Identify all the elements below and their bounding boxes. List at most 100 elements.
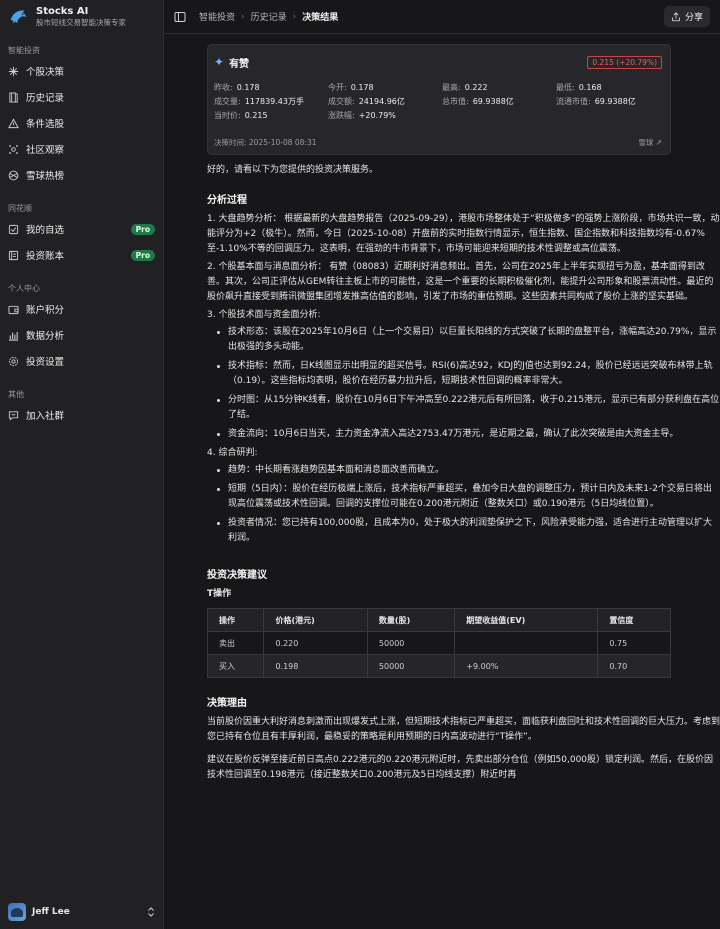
list-item: 投资者情况：您已持有100,000股，且成本为0，处于极大的利润垫保护之下，风险… xyxy=(207,516,720,546)
nav-watchlist[interactable]: 我的自选 Pro xyxy=(0,216,163,242)
analysis-item-market: 1. 大盘趋势分析： 根据最新的大盘趋势报告（2025-09-29），港股市场整… xyxy=(207,214,720,254)
community-icon xyxy=(9,144,18,154)
nav-label: 我的自选 xyxy=(26,225,65,236)
breadcrumb-smart-invest[interactable]: 智能投资 xyxy=(199,10,235,23)
analysis-item-technical: 3. 个股技术面与资金面分析: 技术形态：该股在2025年10月6日（上一个交易… xyxy=(207,308,720,442)
brand[interactable]: Stocks AI 股市短线交易智能决策专家 xyxy=(0,0,163,34)
app-root: Stocks AI 股市短线交易智能决策专家 智能投资 个股决策 历史记录 条件… xyxy=(0,0,720,929)
breadcrumb-separator: › xyxy=(241,11,245,22)
section-label-other: 其他 xyxy=(8,390,24,399)
nav-label: 投资设置 xyxy=(26,357,65,368)
section-label-personal: 个人中心 xyxy=(8,284,40,293)
avatar xyxy=(8,903,26,921)
chat-icon xyxy=(8,410,19,421)
xueqiu-link[interactable]: 雪球 ↗ xyxy=(638,137,662,148)
chevron-up-down-icon xyxy=(148,907,154,917)
nav-stock-decision[interactable]: 个股决策 xyxy=(0,58,163,84)
section-label-ths: 同花顺 xyxy=(8,204,32,213)
table-header: 期望收益值(EV) xyxy=(454,608,599,632)
stat-current-price: 当时价: 0.215 xyxy=(214,111,268,120)
t-operation-label: T操作 xyxy=(207,589,232,599)
stat-prev-close: 昨收: 0.178 xyxy=(214,83,260,92)
stat-market-cap: 总市值: 69.9388亿 xyxy=(442,97,514,106)
dolphin-logo-icon xyxy=(10,10,27,24)
reason-paragraph: 当前股价因重大利好消息刺激而出现爆发式上涨，但短期技术指标已严重超买，面临获利盘… xyxy=(207,717,720,742)
table-header: 价格(港元) xyxy=(263,608,368,632)
nav-xueqiu-hot[interactable]: 雪球热榜 xyxy=(0,162,163,188)
sparkle-icon: ✦ xyxy=(214,55,225,69)
reason-paragraph: 建议在股价反弹至接近前日高点0.222港元的0.220港元附近时，先卖出部分仓位… xyxy=(207,755,714,780)
analysis-item-fundamental: 2. 个股基本面与消息面分析： 有赞（08083）近期利好消息频出。首先，公司在… xyxy=(207,262,714,302)
stat-high: 最高: 0.222 xyxy=(442,83,488,92)
list-item: 技术指标：然而，日K线图显示出明显的超买信号。RSI(6)高达92，KDJ的J值… xyxy=(207,359,720,389)
section-label-smart-invest: 智能投资 xyxy=(8,46,40,55)
nav-label: 社区观察 xyxy=(26,145,65,156)
breadcrumb: 智能投资 › 历史记录 › 决策结果 xyxy=(199,10,339,24)
nav-ledger[interactable]: 投资账本 Pro xyxy=(0,242,163,268)
reason-heading: 决策理由 xyxy=(207,698,247,709)
stat-open: 今开: 0.178 xyxy=(328,83,374,92)
nav-account-points[interactable]: 账户积分 xyxy=(0,296,163,322)
operation-table: 操作 价格(港元) 数量(股) 期望收益值(EV) 置信度 卖出 0.220 500… xyxy=(206,608,671,678)
pro-badge: Pro xyxy=(130,223,155,235)
nav-label: 雪球热榜 xyxy=(26,171,65,182)
breadcrumb-separator: › xyxy=(292,11,297,22)
breadcrumb-history[interactable]: 历史记录 xyxy=(251,10,287,23)
table-row: 卖出 0.220 50000 0.75 xyxy=(206,631,671,655)
table-header: 数量(股) xyxy=(366,608,456,632)
nav-label: 数据分析 xyxy=(26,331,65,342)
table-header: 操作 xyxy=(206,608,265,632)
nav-data-analysis[interactable]: 数据分析 xyxy=(0,322,163,348)
analysis-list: 1. 大盘趋势分析： 根据最新的大盘趋势报告（2025-09-29），港股市场整… xyxy=(207,212,720,546)
nav-label: 账户积分 xyxy=(26,305,65,316)
stock-card: ✦ 有赞 0.215 (+20.79%) 昨收: 0.178 今开: 0.178 最… xyxy=(207,44,671,155)
share-icon xyxy=(672,11,680,21)
nav-label: 历史记录 xyxy=(26,93,65,104)
sparkle-icon xyxy=(8,66,19,76)
nav-invest-settings[interactable]: 投资设置 xyxy=(0,348,163,374)
sidebar-toggle-icon[interactable] xyxy=(174,11,186,23)
top-bar: 智能投资 › 历史记录 › 决策结果 分享 xyxy=(164,0,720,34)
list-item: 技术形态：该股在2025年10月6日（上一个交易日）以巨量长阳线的方式突破了长期… xyxy=(207,325,720,355)
app-subtitle: 股市短线交易智能决策专家 xyxy=(36,18,126,27)
result-content: ✦ 有赞 0.215 (+20.79%) 昨收: 0.178 今开: 0.178 最… xyxy=(164,34,720,783)
share-label: 分享 xyxy=(684,13,703,23)
triangle-icon xyxy=(8,117,19,128)
stock-stats: 昨收: 0.178 今开: 0.178 最高: 0.222 最低: 0.168 成交量:… xyxy=(214,82,662,121)
nav-stock-screener[interactable]: 条件选股 xyxy=(0,110,163,136)
nav-label: 条件选股 xyxy=(26,119,65,130)
stat-low: 最低: 0.168 xyxy=(556,83,602,92)
nav-history[interactable]: 历史记录 xyxy=(0,84,163,110)
nav-label: 个股决策 xyxy=(26,67,65,78)
table-header: 置信度 xyxy=(597,608,671,632)
bar-chart-icon xyxy=(8,331,19,341)
settings-icon xyxy=(8,356,19,366)
stat-change-pct: 涨跌幅: +20.79% xyxy=(328,111,396,120)
book-icon xyxy=(9,91,18,103)
breadcrumb-current: 决策结果 xyxy=(302,13,339,23)
list-item: 短期（5日内）：股价在经历极端上涨后，技术指标严重超买，叠加今日大盘的调整压力，… xyxy=(207,482,720,512)
main-area: 智能投资 › 历史记录 › 决策结果 分享 ✦ 有赞 0.215 (+20.79%)… xyxy=(164,0,720,929)
pro-badge: Pro xyxy=(130,249,155,261)
nav-join-community[interactable]: 加入社群 xyxy=(0,402,163,428)
user-name: Jeff Lee xyxy=(32,907,70,917)
nav-label: 投资账本 xyxy=(26,251,65,262)
ledger-icon xyxy=(8,250,19,260)
advice-heading: 投资决策建议 xyxy=(207,570,267,581)
price-change-badge: 0.215 (+20.79%) xyxy=(587,55,662,69)
intro-text: 好的，请看以下为您提供的投资决策服务。 xyxy=(207,165,379,175)
stat-float-cap: 流通市值: 69.9388亿 xyxy=(556,97,636,106)
list-item: 趋势：中长期看涨趋势因基本面和消息面改善而确立。 xyxy=(207,463,720,478)
stat-turnover: 成交额: 24194.96亿 xyxy=(328,97,405,106)
nav-community[interactable]: 社区观察 xyxy=(0,136,163,162)
app-title: Stocks AI xyxy=(36,6,89,17)
user-menu[interactable]: Jeff Lee xyxy=(0,901,163,923)
stat-volume: 成交量: 117839.43万手 xyxy=(214,97,304,106)
analysis-heading: 分析过程 xyxy=(207,195,247,206)
analysis-item-summary: 4. 综合研判: 趋势：中长期看涨趋势因基本面和消息面改善而确立。 短期（5日内… xyxy=(207,446,720,546)
checklist-icon xyxy=(8,224,19,234)
stock-name: 有赞 xyxy=(229,58,250,70)
wallet-icon xyxy=(8,305,19,314)
share-button[interactable]: 分享 xyxy=(663,6,710,27)
sidebar: Stocks AI 股市短线交易智能决策专家 智能投资 个股决策 历史记录 条件… xyxy=(0,0,164,929)
